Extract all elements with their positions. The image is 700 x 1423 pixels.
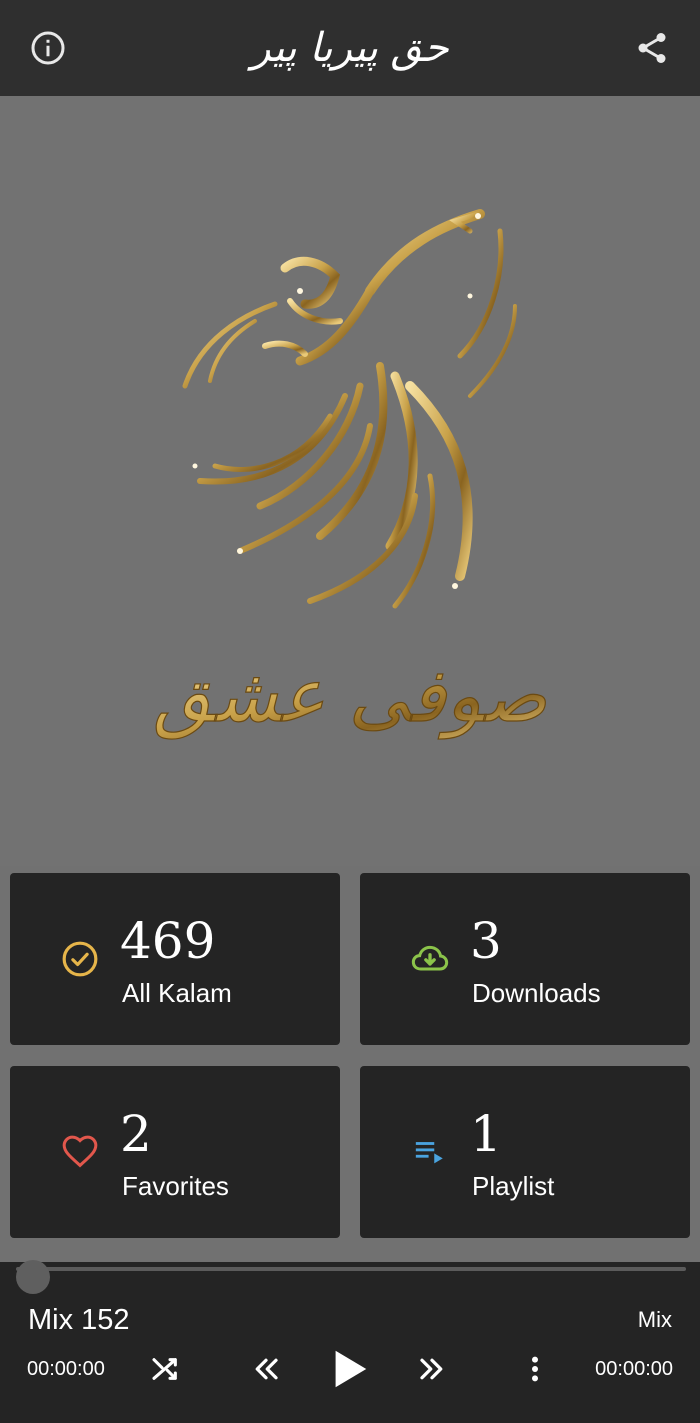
track-name: Mix 152 <box>28 1304 130 1336</box>
app-title: حق پیریا پیر <box>251 25 449 71</box>
track-type: Mix <box>637 1307 672 1332</box>
info-circle-icon <box>31 31 65 65</box>
heart-icon <box>60 1132 100 1172</box>
rewind-button[interactable] <box>246 1349 286 1389</box>
all-kalam-count: 469 <box>120 912 216 970</box>
play-icon <box>335 1350 367 1388</box>
rewind-icon <box>255 1358 278 1380</box>
favorites-count: 2 <box>120 1105 152 1163</box>
playlist-card[interactable]: 1 Playlist <box>360 1066 690 1238</box>
play-button[interactable] <box>322 1342 376 1396</box>
more-vertical-icon <box>532 1356 538 1382</box>
favorites-label: Favorites <box>122 1171 229 1201</box>
whirling-dervish-artwork: صوفی عشق <box>153 209 549 741</box>
downloads-label: Downloads <box>472 978 601 1008</box>
shuffle-icon <box>152 1358 177 1380</box>
playlist-count: 1 <box>470 1105 502 1163</box>
share-icon <box>638 33 666 63</box>
more-options-button[interactable] <box>515 1349 555 1389</box>
fast-forward-icon <box>420 1358 443 1380</box>
all-kalam-label: All Kalam <box>122 978 232 1008</box>
elapsed-time: 00:00:00 <box>27 1358 105 1380</box>
check-circle-icon <box>60 939 100 979</box>
seek-bar[interactable] <box>16 1260 686 1294</box>
hero-calligraphy: صوفی عشق <box>153 653 548 740</box>
downloads-count: 3 <box>470 912 502 970</box>
cloud-download-icon <box>410 939 450 979</box>
mini-player: Mix 152 Mix 00:00:00 00:00:00 <box>0 1260 700 1423</box>
favorites-card[interactable]: 2 Favorites <box>10 1066 340 1238</box>
downloads-card[interactable]: 3 Downloads <box>360 873 690 1045</box>
share-button[interactable] <box>630 26 674 70</box>
playlist-icon <box>410 1132 450 1172</box>
info-button[interactable] <box>26 26 70 70</box>
all-kalam-card[interactable]: 469 All Kalam <box>10 873 340 1045</box>
hero-artwork: صوفی عشق <box>0 96 700 866</box>
shuffle-button[interactable] <box>146 1349 186 1389</box>
seek-thumb[interactable] <box>16 1260 50 1294</box>
playlist-label: Playlist <box>472 1171 555 1201</box>
fast-forward-button[interactable] <box>412 1349 452 1389</box>
total-time: 00:00:00 <box>595 1358 673 1380</box>
app-bar: حق پیریا پیر <box>0 0 700 96</box>
